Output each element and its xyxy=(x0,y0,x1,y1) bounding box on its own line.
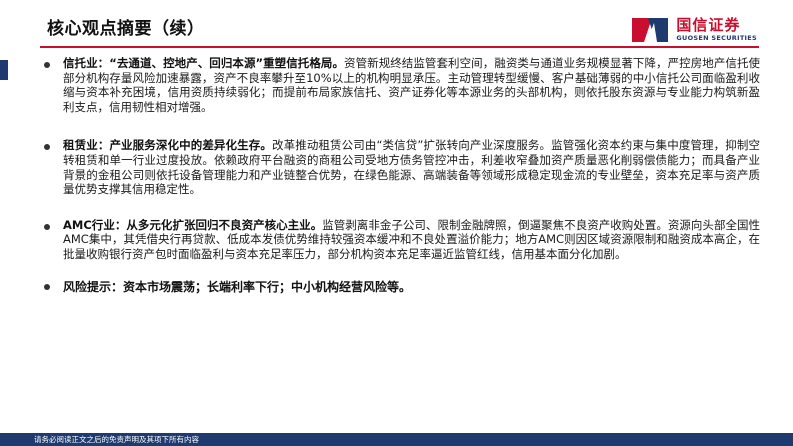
bullet-trust-industry: 信托业：“去通道、控地产、回归本源”重塑信托格局。资管新规终结监管套利空间，融资… xyxy=(44,56,760,114)
page-title: 核心观点摘要（续） xyxy=(47,19,205,39)
bullet-dot-icon xyxy=(44,283,50,290)
risk-warning-text: 风险提示：资本市场震荡；长端利率下行；中小机构经营风险等。 xyxy=(63,279,412,294)
logo-name-en: GUOSEN SECURITIES xyxy=(676,34,757,42)
bullet-risk-warning: 风险提示：资本市场震荡；长端利率下行；中小机构经营风险等。 xyxy=(44,278,760,295)
bullet-heading: 租赁业：产业服务深化中的差异化生存。 xyxy=(63,138,272,153)
company-logo: 国信证券 GUOSEN SECURITIES xyxy=(630,15,757,45)
bullet-heading: AMC行业：从多元化扩张回归不良资产核心主业。 xyxy=(63,217,323,232)
bullet-dot-icon xyxy=(44,144,50,151)
summary-content: 信托业：“去通道、控地产、回归本源”重塑信托格局。资管新规终结监管套利空间，融资… xyxy=(44,56,760,319)
logo-name-cn: 国信证券 xyxy=(676,16,741,34)
bullet-leasing-industry: 租赁业：产业服务深化中的差异化生存。改革推动租赁公司由“类信贷”扩张转向产业深度… xyxy=(44,138,760,196)
header-divider xyxy=(40,46,759,48)
bullet-heading: 信托业：“去通道、控地产、回归本源”重塑信托格局。 xyxy=(63,56,345,70)
guosen-logo-icon xyxy=(632,18,669,42)
bullet-dot-icon xyxy=(44,223,50,230)
bullet-amc-industry: AMC行业：从多元化扩张回归不良资产核心主业。监管剥离非金子公司、限制金融牌照，… xyxy=(44,218,760,262)
bullet-dot-icon xyxy=(44,62,50,68)
footer-disclaimer: 请务必阅读正文之后的免责声明及其项下所有内容 xyxy=(34,435,199,444)
side-accent-bar xyxy=(0,60,8,80)
footer-bar: 请务必阅读正文之后的免责声明及其项下所有内容 xyxy=(0,433,793,446)
